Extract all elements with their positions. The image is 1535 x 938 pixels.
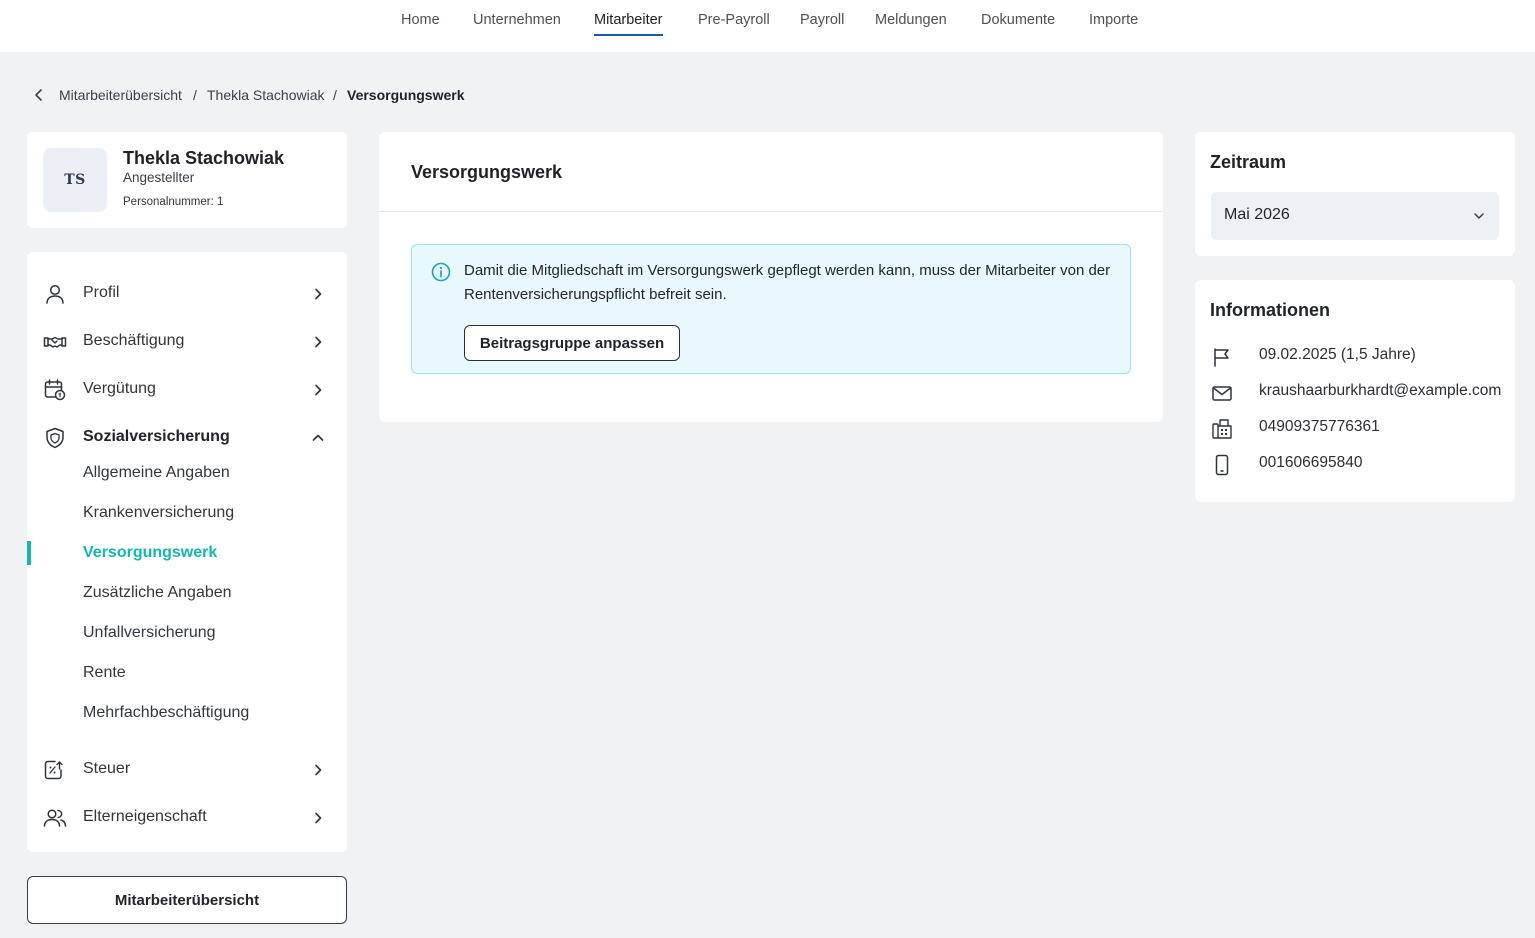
calendar-money-icon [44,379,66,401]
fax-icon [1212,419,1232,439]
info-fax: 04909375776361 [1211,416,1511,440]
chevron-left-icon[interactable] [32,87,46,103]
nav-mitarbeiter[interactable]: Mitarbeiter [594,12,663,36]
sidebar-subitem-rente[interactable]: Rente [27,657,347,689]
tax-icon [44,760,63,780]
employee-role: Angestellter [123,170,195,185]
sidebar-subitem-krankenversicherung[interactable]: Krankenversicherung [27,497,347,529]
chevron-down-icon [1474,213,1484,219]
chevron-right-icon [315,812,322,824]
sidebar-item-elterneigenschaft[interactable]: Elterneigenschaft [27,797,347,837]
handshake-icon [43,336,67,348]
sidebar-subitem-allgemeine-angaben[interactable]: Allgemeine Angaben [27,457,347,489]
nav-unternehmen[interactable]: Unternehmen [473,12,561,36]
sidebar-subitem-label: Zusätzliche Angaben [83,584,232,601]
employee-name: Thekla Stachowiak [123,148,285,168]
breadcrumb-link-employee[interactable]: Thekla Stachowiak [207,87,325,103]
information-card: Informationen 09.02.2025 (1,5 Jahre) kra… [1195,280,1515,502]
sidebar-item-label: Elterneigenschaft [83,808,207,825]
breadcrumb-current: Versorgungswerk [347,87,465,103]
flag-icon [1214,348,1229,367]
active-indicator [27,541,31,565]
chevron-right-icon [315,764,322,776]
sidebar-item-profil[interactable]: Profil [27,273,347,313]
chevron-right-icon [315,384,322,396]
profile-card: TS Thekla Stachowiak Angestellter Person… [27,132,347,228]
breadcrumb-separator: / [333,87,337,103]
sidebar-item-sozialversicherung[interactable]: Sozialversicherung [27,417,347,457]
sidebar-item-label: Profil [83,284,120,301]
mobile-icon [1215,454,1229,476]
sidebar-item-verguetung[interactable]: Vergütung [27,369,347,409]
sidebar-subitem-unfallversicherung[interactable]: Unfallversicherung [27,617,347,649]
nav-importe[interactable]: Importe [1089,12,1138,36]
info-icon [431,262,451,282]
nav-dokumente[interactable]: Dokumente [981,12,1055,36]
sidebar-subitem-label: Rente [83,664,126,681]
user-icon [46,284,64,304]
sidebar-subitem-label: Krankenversicherung [83,504,235,521]
sidebar-subitem-zusaetzliche-angaben[interactable]: Zusätzliche Angaben [27,577,347,609]
info-mobile: 001606695840 [1211,452,1511,476]
employee-overview-button[interactable]: Mitarbeiterübersicht [27,876,347,924]
info-alert: Damit die Mitgliedschaft im Versorgungsw… [411,244,1131,374]
sidebar-subitem-mehrfachbeschaeftigung[interactable]: Mehrfachbeschäftigung [27,697,347,729]
top-navigation: Home Unternehmen Mitarbeiter Pre-Payroll… [0,0,1535,52]
period-card: Zeitraum Mai 2026 [1195,132,1515,256]
nav-meldungen[interactable]: Meldungen [875,12,947,36]
sidebar-subitem-label: Unfallversicherung [83,624,216,641]
info-email-text[interactable]: kraushaarburkhardt@example.com [1259,382,1501,400]
period-select[interactable]: Mai 2026 [1211,192,1499,240]
mail-icon [1212,386,1232,401]
sidebar-item-label: Steuer [83,760,131,777]
period-title: Zeitraum [1210,152,1287,172]
nav-pre-payroll[interactable]: Pre-Payroll [698,12,770,36]
info-entry-date-text: 09.02.2025 (1,5 Jahre) [1259,346,1416,363]
chevron-right-icon [315,288,322,300]
sidebar-subitem-label: Mehrfachbeschäftigung [83,704,250,721]
sidebar-item-label: Beschäftigung [83,332,185,349]
info-mobile-text: 001606695840 [1259,454,1363,471]
period-selected-value: Mai 2026 [1224,206,1290,223]
sidebar-subitem-label: Allgemeine Angaben [83,464,230,481]
info-entry-date: 09.02.2025 (1,5 Jahre) [1211,344,1511,368]
nav-payroll[interactable]: Payroll [800,12,844,36]
shield-icon [46,427,64,449]
info-fax-text: 04909375776361 [1259,418,1380,435]
users-icon [43,809,67,827]
nav-home[interactable]: Home [401,12,440,36]
breadcrumb-link-overview[interactable]: Mitarbeiterübersicht [59,87,182,103]
avatar: TS [43,148,107,212]
sidebar-subitem-label: Versorgungswerk [83,544,218,561]
breadcrumb-separator: / [193,87,197,103]
info-email: kraushaarburkhardt@example.com [1211,380,1511,404]
page-title: Versorgungswerk [411,162,563,182]
divider [379,211,1163,212]
chevron-up-icon [312,434,324,441]
chevron-right-icon [315,336,322,348]
employee-sidebar: Profil Beschäftigung Vergütung Sozialver… [27,252,347,852]
sidebar-item-label: Vergütung [83,380,156,397]
info-message: Damit die Mitgliedschaft im Versorgungsw… [464,262,1111,303]
sidebar-subitem-versorgungswerk[interactable]: Versorgungswerk [27,537,347,569]
sidebar-item-steuer[interactable]: Steuer [27,749,347,789]
information-title: Informationen [1210,300,1330,320]
adjust-contribution-group-button[interactable]: Beitragsgruppe anpassen [464,325,680,361]
personnel-number: Personalnummer: 1 [123,196,224,208]
main-content-card: Versorgungswerk Damit die Mitgliedschaft… [379,132,1163,422]
sidebar-item-label: Sozialversicherung [83,428,230,445]
sidebar-item-beschaeftigung[interactable]: Beschäftigung [27,321,347,361]
